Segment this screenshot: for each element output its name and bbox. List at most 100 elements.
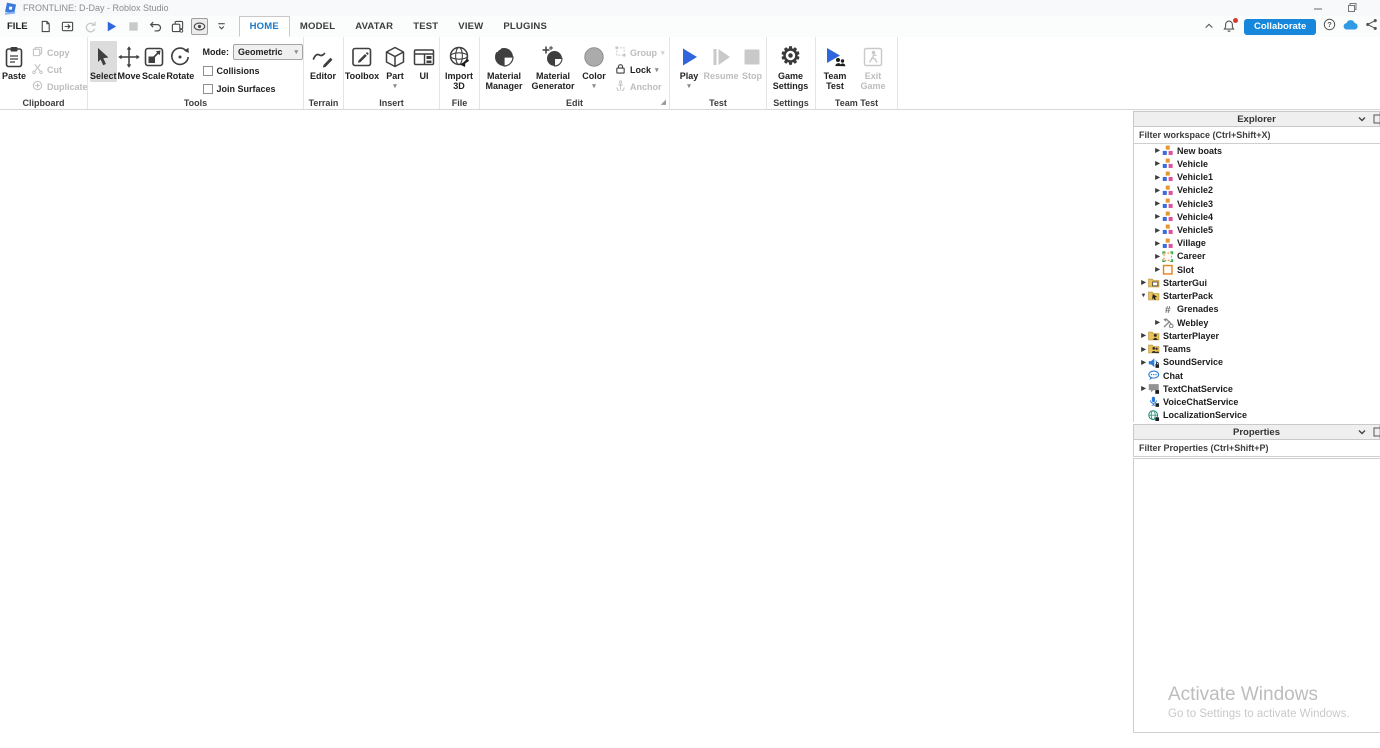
play-icon[interactable]	[103, 18, 120, 35]
tree-row-starterplayer[interactable]: ▶ StarterPlayer	[1134, 329, 1380, 342]
tree-row-new-boats[interactable]: ▶ New boats	[1134, 144, 1380, 157]
group-button[interactable]: Group ▾	[615, 44, 665, 61]
redo-icon[interactable]	[81, 18, 98, 35]
tree-row-chat[interactable]: Chat	[1134, 369, 1380, 382]
restore-button[interactable]	[1341, 0, 1363, 15]
tree-row-textchatservice[interactable]: ▶ TextChatService	[1134, 382, 1380, 395]
tab-home[interactable]: HOME	[238, 16, 290, 37]
new-file-icon[interactable]	[37, 18, 54, 35]
explorer-filter[interactable]	[1133, 127, 1380, 144]
tree-row-voicechatservice[interactable]: VoiceChatService	[1134, 395, 1380, 408]
expand-arrow-icon[interactable]: ▶	[1153, 213, 1162, 220]
resume-button[interactable]: Resume	[704, 41, 739, 82]
tree-row-starterpack[interactable]: ▼ StarterPack	[1134, 290, 1380, 303]
tree-row-career[interactable]: ▶ Career	[1134, 250, 1380, 263]
open-file-icon[interactable]	[59, 18, 76, 35]
color-button[interactable]: Color ▾	[578, 41, 610, 90]
tree-row-village[interactable]: ▶ Village	[1134, 237, 1380, 250]
explorer-filter-input[interactable]	[1134, 130, 1380, 140]
tree-row-vehicle4[interactable]: ▶ Vehicle4	[1134, 210, 1380, 223]
material-manager-button[interactable]: Material Manager	[480, 41, 528, 92]
tree-row-soundservice[interactable]: ▶ SoundService	[1134, 356, 1380, 369]
tree-row-grenades[interactable]: # Grenades	[1134, 303, 1380, 316]
stop-button[interactable]: Stop	[738, 41, 766, 82]
game-settings-button[interactable]: ⚙ Game Settings	[767, 41, 814, 92]
rotate-tool-button[interactable]: Rotate	[166, 41, 194, 82]
copy-button[interactable]: Copy	[32, 44, 88, 61]
part-button[interactable]: Part ▾	[380, 41, 410, 90]
expand-arrow-icon[interactable]: ▶	[1153, 187, 1162, 194]
expand-arrow-icon[interactable]: ▶	[1139, 332, 1148, 339]
move-tool-button[interactable]: Move	[117, 41, 142, 82]
expand-arrow-icon[interactable]: ▶	[1153, 266, 1162, 273]
select-tool-button[interactable]: Select	[90, 41, 117, 82]
cut-button[interactable]: Cut	[32, 61, 88, 78]
tree-row-vehicle2[interactable]: ▶ Vehicle2	[1134, 184, 1380, 197]
tree-row-startergui[interactable]: ▶ StarterGui	[1134, 276, 1380, 289]
join-surfaces-checkbox[interactable]: Join Surfaces	[202, 81, 304, 96]
tree-row-slot[interactable]: ▶ Slot	[1134, 263, 1380, 276]
play-button[interactable]: Play ▾	[674, 41, 704, 90]
tab-test[interactable]: TEST	[403, 16, 448, 37]
share-icon[interactable]	[1365, 18, 1378, 36]
team-test-button[interactable]: Team Test	[816, 41, 854, 92]
tab-view[interactable]: VIEW	[448, 16, 493, 37]
paste-button[interactable]: Paste	[2, 41, 26, 82]
toolbar-overflow-icon[interactable]	[213, 18, 230, 35]
minimize-button[interactable]	[1307, 0, 1329, 15]
tab-avatar[interactable]: AVATAR	[345, 16, 403, 37]
expand-arrow-icon[interactable]: ▶	[1153, 200, 1162, 207]
chevron-down-icon[interactable]	[1357, 427, 1367, 440]
anchor-button[interactable]: Anchor	[615, 78, 665, 95]
expand-arrow-icon[interactable]: ▶	[1139, 385, 1148, 392]
toolbox-button[interactable]: Toolbox	[344, 41, 380, 82]
view-visibility-eye-icon[interactable]	[190, 18, 208, 35]
notifications-bell-icon[interactable]	[1222, 18, 1238, 34]
expand-arrow-icon[interactable]: ▶	[1153, 160, 1162, 167]
expand-arrow-icon[interactable]: ▶	[1153, 174, 1162, 181]
expand-arrow-icon[interactable]: ▶	[1139, 279, 1148, 286]
import-3d-button[interactable]: Import 3D	[440, 41, 478, 92]
lock-button[interactable]: Lock ▾	[615, 61, 665, 78]
tree-row-vehicle3[interactable]: ▶ Vehicle3	[1134, 197, 1380, 210]
expand-arrow-icon[interactable]: ▶	[1153, 253, 1162, 260]
collaborate-button[interactable]: Collaborate	[1244, 18, 1317, 35]
help-icon[interactable]: ?	[1323, 18, 1336, 36]
tree-row-teams[interactable]: ▶ Teams	[1134, 343, 1380, 356]
tree-row-vehicle1[interactable]: ▶ Vehicle1	[1134, 170, 1380, 183]
expand-arrow-icon[interactable]: ▶	[1153, 147, 1162, 154]
ui-button[interactable]: UI	[410, 41, 438, 82]
tree-row-vehicle[interactable]: ▶ Vehicle	[1134, 157, 1380, 170]
float-window-icon[interactable]	[1373, 427, 1380, 440]
mode-select[interactable]: Geometric ▾	[233, 43, 303, 60]
screen-clone-icon[interactable]	[169, 18, 186, 35]
collisions-checkbox[interactable]: Collisions	[202, 63, 304, 78]
scale-tool-button[interactable]: Scale	[141, 41, 166, 82]
undo-icon[interactable]	[147, 18, 164, 35]
expand-arrow-icon[interactable]: ▶	[1139, 346, 1148, 353]
expand-arrow-icon[interactable]: ▶	[1153, 319, 1162, 326]
tab-plugins[interactable]: PLUGINS	[493, 16, 557, 37]
material-generator-button[interactable]: Material Generator	[528, 41, 578, 92]
duplicate-button[interactable]: Duplicate	[32, 78, 88, 95]
tab-model[interactable]: MODEL	[290, 16, 345, 37]
tree-row-localizationservice[interactable]: LocalizationService	[1134, 409, 1380, 422]
explorer-panel-header[interactable]: Explorer	[1133, 111, 1380, 127]
tree-row-vehicle5[interactable]: ▶ Vehicle5	[1134, 223, 1380, 236]
cloud-sync-icon[interactable]	[1343, 18, 1358, 36]
tree-row-webley[interactable]: ▶ Webley	[1134, 316, 1380, 329]
float-window-icon[interactable]	[1373, 114, 1380, 127]
properties-filter-input[interactable]	[1134, 443, 1380, 453]
collapse-arrow-icon[interactable]: ▼	[1139, 293, 1148, 299]
chevron-up-icon[interactable]	[1203, 18, 1215, 36]
properties-filter[interactable]	[1133, 440, 1380, 457]
expand-arrow-icon[interactable]: ▶	[1153, 227, 1162, 234]
terrain-editor-button[interactable]: Editor	[304, 41, 342, 82]
chevron-down-icon[interactable]	[1357, 114, 1367, 127]
3d-viewport[interactable]	[0, 110, 1133, 748]
stop-icon[interactable]	[125, 18, 142, 35]
properties-panel-header[interactable]: Properties	[1133, 424, 1380, 440]
file-menu[interactable]: FILE	[0, 21, 37, 32]
exit-game-button[interactable]: Exit Game	[854, 41, 892, 92]
expand-arrow-icon[interactable]: ▶	[1139, 359, 1148, 366]
